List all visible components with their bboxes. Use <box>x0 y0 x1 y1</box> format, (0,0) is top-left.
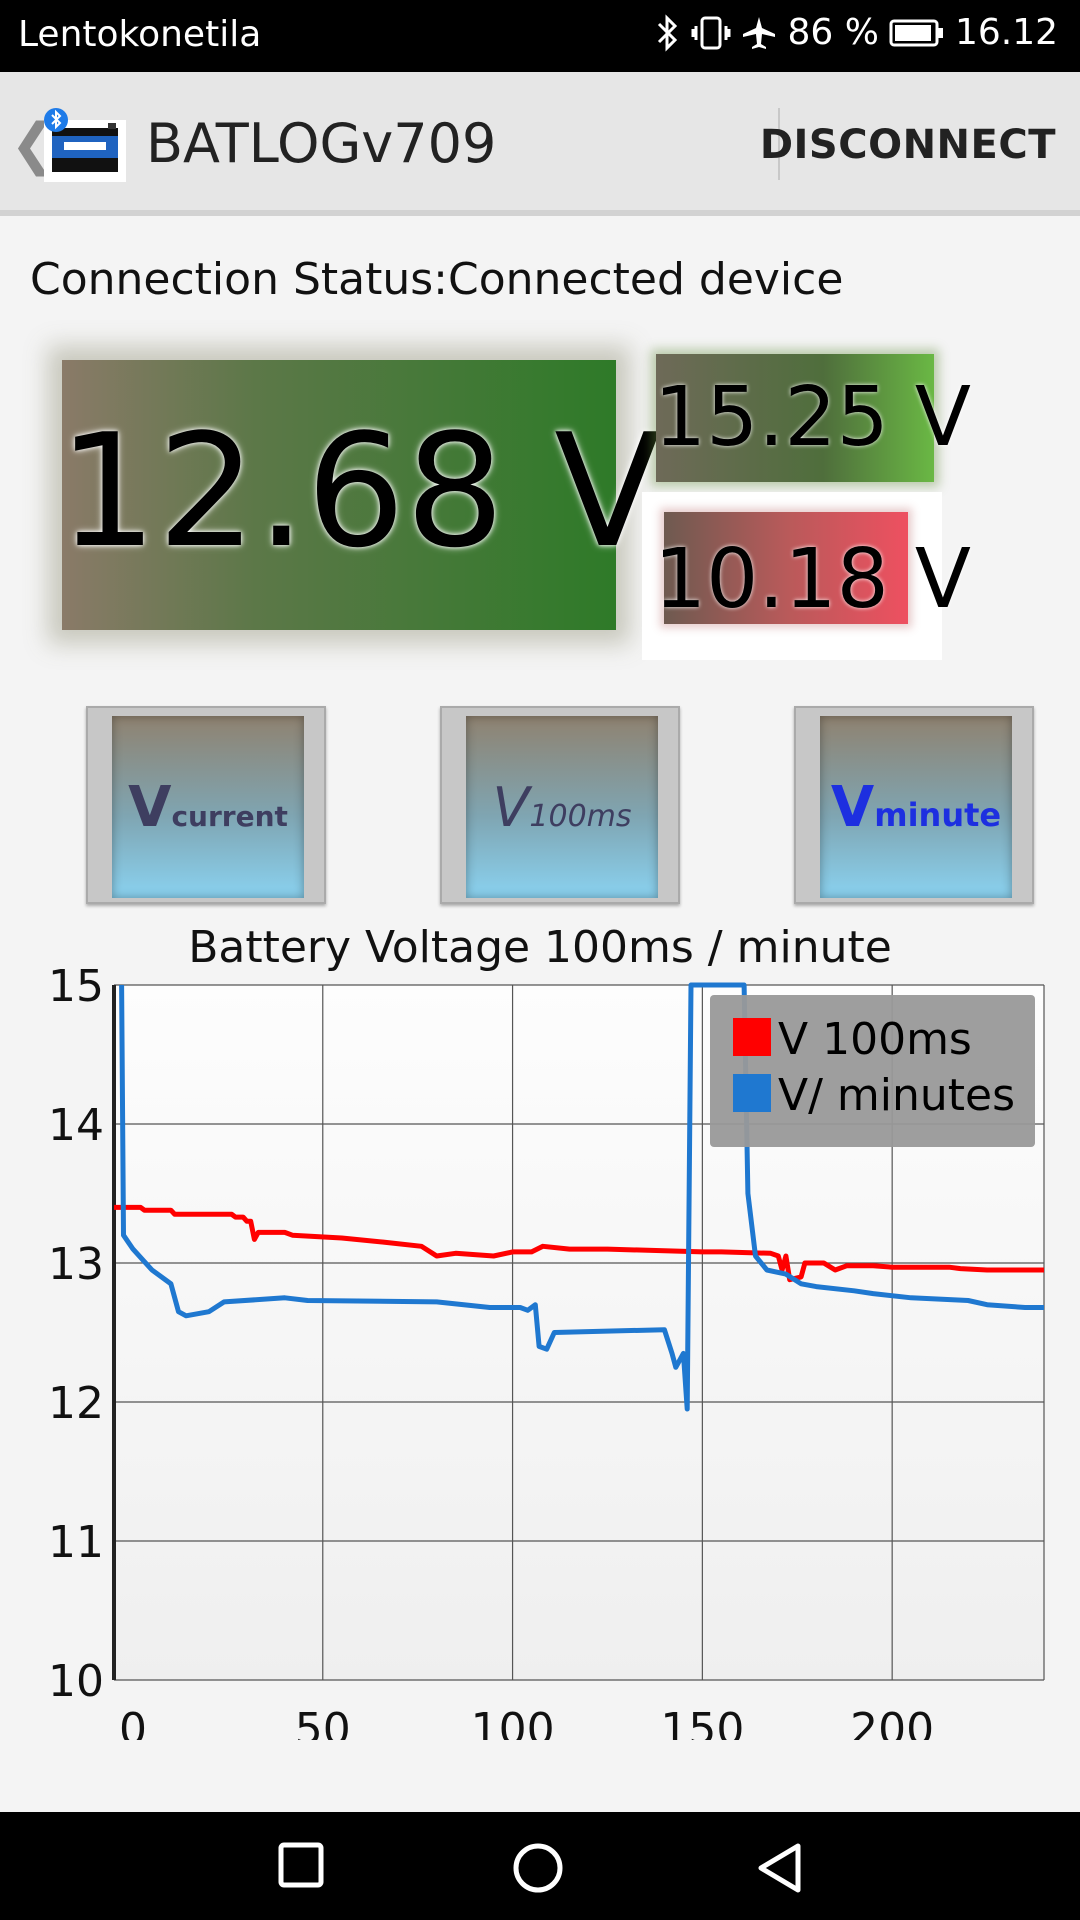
vcurrent-button-face[interactable]: Vcurrent <box>112 716 304 898</box>
car-battery-app-icon[interactable] <box>42 106 128 186</box>
legend-swatch <box>733 1018 771 1056</box>
status-icons: 86 % 16.12 <box>655 12 1058 53</box>
connection-status: Connection Status:Connected device <box>30 254 844 305</box>
x-tick-label: 200 <box>850 1704 934 1740</box>
vminute-button-face[interactable]: Vminute <box>820 716 1012 898</box>
bluetooth-icon <box>658 13 678 52</box>
navigation-bar <box>0 1812 1080 1920</box>
app-title: BATLOGv709 <box>146 112 497 175</box>
chart-legend: V 100msV/ minutes <box>710 995 1035 1147</box>
min-voltage-value: 10.18 V <box>654 532 971 627</box>
x-tick-label: 0 <box>119 1704 147 1740</box>
back-icon[interactable] <box>756 1842 804 1894</box>
x-tick-labels: 0 50 100 150 200 <box>119 1704 934 1740</box>
x-tick-label: 50 <box>295 1704 351 1740</box>
x-tick-label: 100 <box>471 1704 555 1740</box>
recents-icon[interactable] <box>278 1842 324 1888</box>
vminute-label: Vminute <box>831 775 1001 840</box>
y-tick-label: 13 <box>48 1239 104 1290</box>
carrier-text: Lentokonetila <box>18 14 262 55</box>
v100ms-button-face[interactable]: V100ms <box>466 716 658 898</box>
max-voltage-value: 15.25 V <box>654 370 971 465</box>
vminute-button[interactable]: Vminute <box>794 706 1034 904</box>
battery-icon <box>889 19 943 46</box>
v100ms-label-small: 100ms <box>529 798 632 834</box>
voltage-chart: 0 50 100 150 200 10 11 12 13 14 15 V 100msV/ minu… <box>48 961 1045 1740</box>
vminute-label-small: minute <box>874 795 1002 834</box>
y-tick-label: 15 <box>48 961 104 1012</box>
legend-label: V/ minutes <box>778 1070 1015 1121</box>
v100ms-button[interactable]: V100ms <box>440 706 680 904</box>
airplane-icon <box>743 16 776 49</box>
vcurrent-label-small: current <box>171 799 288 833</box>
x-tick-label: 150 <box>660 1704 744 1740</box>
vcurrent-label-big: V <box>128 774 172 840</box>
legend-label: V 100ms <box>778 1014 972 1065</box>
home-icon[interactable] <box>512 1842 564 1894</box>
y-tick-label: 12 <box>48 1378 104 1429</box>
vcurrent-button[interactable]: Vcurrent <box>86 706 326 904</box>
vibrate-icon <box>691 16 731 49</box>
y-tick-label: 14 <box>48 1100 104 1151</box>
disconnect-button[interactable]: DISCONNECT <box>760 122 1056 168</box>
status-bar: Lentokonetila 86 % 16.12 <box>0 0 1080 72</box>
current-voltage-value: 12.68 V <box>58 400 661 582</box>
battery-percent: 86 % <box>787 12 879 53</box>
y-tick-label: 11 <box>48 1517 104 1568</box>
y-tick-labels: 10 11 12 13 14 15 <box>48 961 104 1707</box>
action-bar: ❮ BATLOGv709 DISCONNECT <box>0 72 1080 216</box>
v100ms-label: V100ms <box>492 776 631 839</box>
y-tick-label: 10 <box>48 1656 104 1707</box>
v100ms-label-big: V <box>492 775 530 839</box>
clock: 16.12 <box>954 12 1058 53</box>
vcurrent-label: Vcurrent <box>128 775 288 840</box>
vminute-label-big: V <box>830 774 875 840</box>
legend-swatch <box>733 1074 771 1112</box>
